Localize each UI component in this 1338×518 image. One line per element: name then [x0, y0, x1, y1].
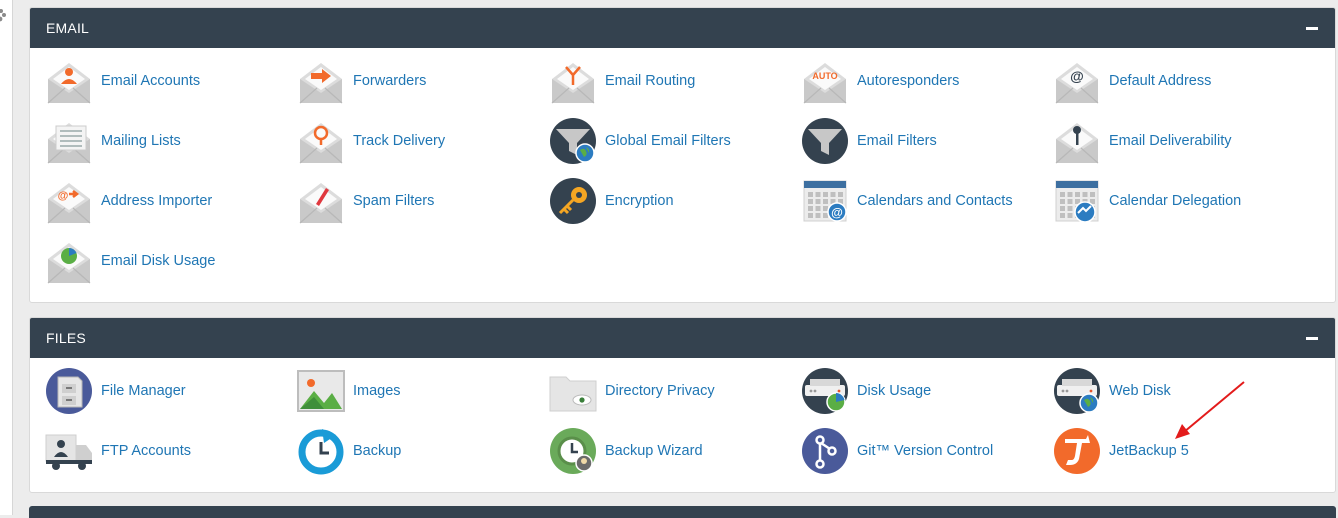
envelope-pin-icon[interactable]: [296, 117, 346, 165]
files-item-git-version-control[interactable]: Git™ Version Control: [800, 427, 1052, 475]
git-branch-icon[interactable]: [800, 427, 850, 475]
email-item-label[interactable]: Default Address: [1109, 73, 1211, 89]
envelope-pie-icon[interactable]: [44, 237, 94, 285]
svg-text:AUTO: AUTO: [812, 71, 837, 81]
server-pie-icon[interactable]: [800, 367, 850, 415]
files-item-label[interactable]: FTP Accounts: [101, 443, 191, 459]
email-item-address-importer[interactable]: @ Address Importer: [44, 177, 296, 225]
ftp-truck-icon[interactable]: [44, 427, 94, 475]
file-cabinet-icon[interactable]: [44, 367, 94, 415]
email-item-global-email-filters[interactable]: Global Email Filters: [548, 117, 800, 165]
email-item-label[interactable]: Spam Filters: [353, 193, 434, 209]
email-item-label[interactable]: Calendars and Contacts: [857, 193, 1013, 209]
email-collapse-button[interactable]: [1305, 21, 1319, 35]
envelope-import-icon[interactable]: @: [44, 177, 94, 225]
email-item-label[interactable]: Mailing Lists: [101, 133, 181, 149]
paw-icon: [0, 9, 6, 22]
email-item-label[interactable]: Encryption: [605, 193, 674, 209]
email-panel-header[interactable]: EMAIL: [30, 8, 1335, 48]
server-globe-icon[interactable]: [1052, 367, 1102, 415]
envelope-key-icon[interactable]: [1052, 117, 1102, 165]
email-item-default-address[interactable]: @ Default Address: [1052, 57, 1304, 105]
email-item-email-deliverability[interactable]: Email Deliverability: [1052, 117, 1304, 165]
left-rail: [0, 0, 13, 515]
email-grid: Email Accounts Forwarders Email Routing …: [30, 48, 1335, 296]
files-item-label[interactable]: Disk Usage: [857, 383, 931, 399]
email-item-encryption[interactable]: Encryption: [548, 177, 800, 225]
files-collapse-button[interactable]: [1305, 331, 1319, 345]
email-item-track-delivery[interactable]: Track Delivery: [296, 117, 548, 165]
files-item-directory-privacy[interactable]: Directory Privacy: [548, 367, 800, 415]
funnel-globe-icon[interactable]: [548, 117, 598, 165]
envelope-list-icon[interactable]: [44, 117, 94, 165]
envelope-user-icon[interactable]: [44, 57, 94, 105]
email-item-calendar-delegation[interactable]: Calendar Delegation: [1052, 177, 1304, 225]
calendar-at-icon[interactable]: @: [800, 177, 850, 225]
email-item-label[interactable]: Email Disk Usage: [101, 253, 215, 269]
email-item-label[interactable]: Address Importer: [101, 193, 212, 209]
email-panel: EMAIL Email Accounts Forwarders Email Ro…: [29, 7, 1336, 303]
envelope-auto-icon[interactable]: AUTO: [800, 57, 850, 105]
email-item-mailing-lists[interactable]: Mailing Lists: [44, 117, 296, 165]
email-item-forwarders[interactable]: Forwarders: [296, 57, 548, 105]
backup-clock-icon[interactable]: [296, 427, 346, 475]
email-item-email-filters[interactable]: Email Filters: [800, 117, 1052, 165]
email-item-label[interactable]: Email Accounts: [101, 73, 200, 89]
files-item-images[interactable]: Images: [296, 367, 548, 415]
email-item-autoresponders[interactable]: AUTO Autoresponders: [800, 57, 1052, 105]
files-item-file-manager[interactable]: File Manager: [44, 367, 296, 415]
svg-text:@: @: [831, 206, 843, 220]
email-item-email-accounts[interactable]: Email Accounts: [44, 57, 296, 105]
email-item-calendars-and-contacts[interactable]: @ Calendars and Contacts: [800, 177, 1052, 225]
envelope-forward-icon[interactable]: [296, 57, 346, 105]
files-item-label[interactable]: Backup: [353, 443, 401, 459]
files-item-label[interactable]: Backup Wizard: [605, 443, 703, 459]
files-item-label[interactable]: Web Disk: [1109, 383, 1171, 399]
files-item-disk-usage[interactable]: Disk Usage: [800, 367, 1052, 415]
envelope-routing-icon[interactable]: [548, 57, 598, 105]
funnel-icon[interactable]: [800, 117, 850, 165]
calendar-handshake-icon[interactable]: [1052, 177, 1102, 225]
email-item-email-disk-usage[interactable]: Email Disk Usage: [44, 237, 296, 285]
envelope-spam-icon[interactable]: [296, 177, 346, 225]
files-panel-header[interactable]: FILES: [30, 318, 1335, 358]
svg-text:@: @: [1070, 68, 1084, 84]
email-item-label[interactable]: Email Deliverability: [1109, 133, 1231, 149]
image-icon[interactable]: [296, 367, 346, 415]
key-icon[interactable]: [548, 177, 598, 225]
email-item-label[interactable]: Track Delivery: [353, 133, 445, 149]
files-item-label[interactable]: File Manager: [101, 383, 186, 399]
folder-eye-icon[interactable]: [548, 367, 598, 415]
files-item-backup-wizard[interactable]: Backup Wizard: [548, 427, 800, 475]
svg-text:@: @: [58, 190, 69, 202]
files-item-backup[interactable]: Backup: [296, 427, 548, 475]
email-item-label[interactable]: Autoresponders: [857, 73, 959, 89]
email-item-label[interactable]: Email Filters: [857, 133, 937, 149]
files-item-web-disk[interactable]: Web Disk: [1052, 367, 1304, 415]
files-item-label[interactable]: Directory Privacy: [605, 383, 715, 399]
email-item-email-routing[interactable]: Email Routing: [548, 57, 800, 105]
email-item-label[interactable]: Email Routing: [605, 73, 695, 89]
files-item-label[interactable]: JetBackup 5: [1109, 443, 1189, 459]
files-panel: FILES File Manager Images Directory Privac…: [29, 317, 1336, 493]
email-item-label[interactable]: Forwarders: [353, 73, 426, 89]
files-item-label[interactable]: Git™ Version Control: [857, 443, 993, 459]
email-item-label[interactable]: Calendar Delegation: [1109, 193, 1241, 209]
files-item-ftp-accounts[interactable]: FTP Accounts: [44, 427, 296, 475]
envelope-at-icon[interactable]: @: [1052, 57, 1102, 105]
email-panel-title: EMAIL: [46, 20, 90, 36]
email-item-label[interactable]: Global Email Filters: [605, 133, 731, 149]
files-item-label[interactable]: Images: [353, 383, 401, 399]
files-item-jetbackup-5[interactable]: JetBackup 5: [1052, 427, 1304, 475]
backup-wizard-icon[interactable]: [548, 427, 598, 475]
jetbackup-icon[interactable]: [1052, 427, 1102, 475]
email-item-spam-filters[interactable]: Spam Filters: [296, 177, 548, 225]
files-panel-title: FILES: [46, 330, 86, 346]
next-panel-header[interactable]: [29, 506, 1336, 518]
files-grid: File Manager Images Directory Privacy Disk…: [30, 358, 1335, 486]
